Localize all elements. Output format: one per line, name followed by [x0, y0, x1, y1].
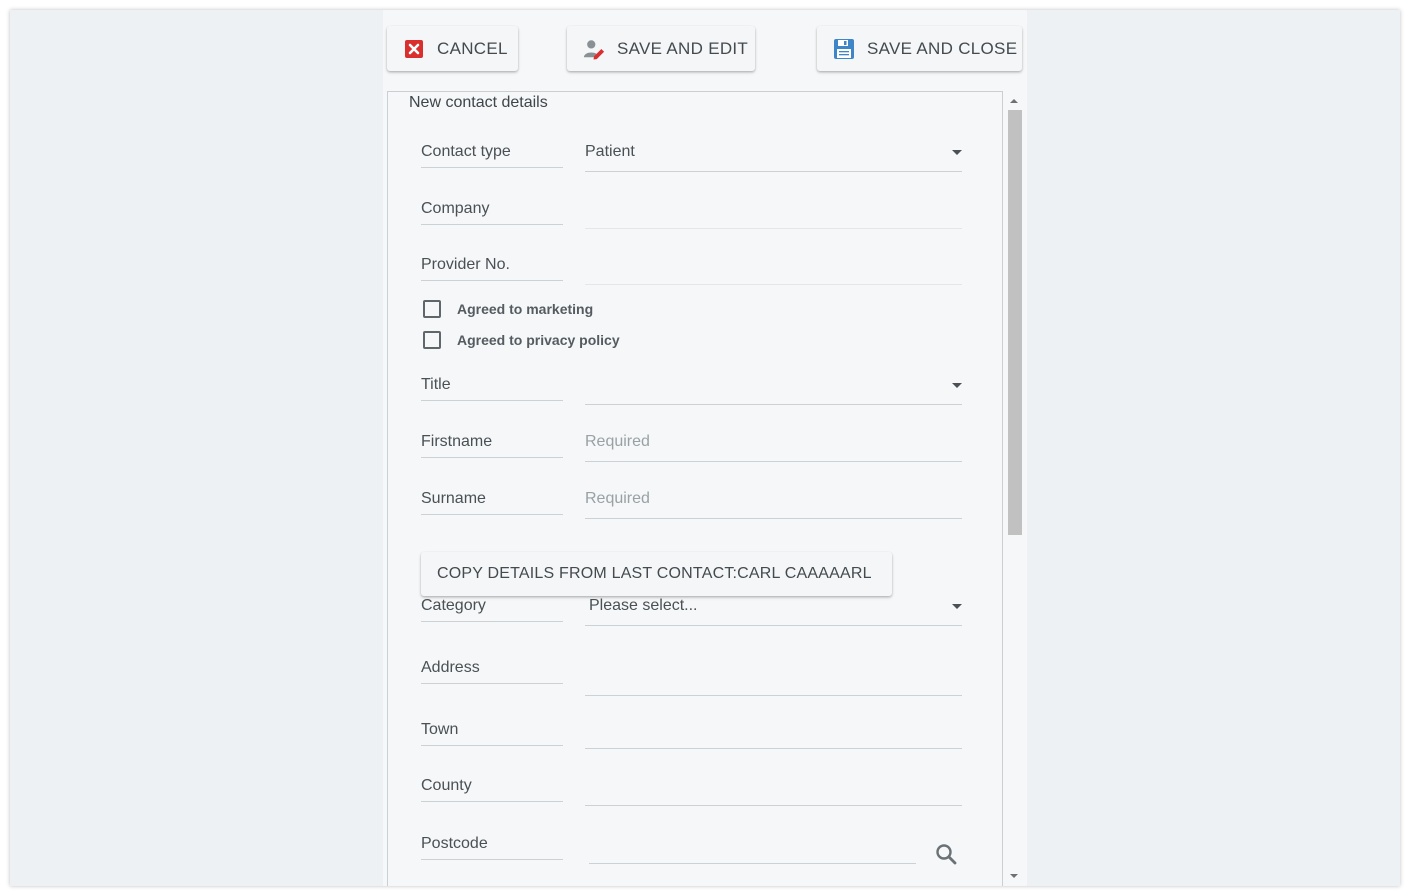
surname-label: Surname — [421, 489, 563, 515]
provider-no-label: Provider No. — [421, 255, 563, 281]
save-and-close-label: SAVE AND CLOSE — [867, 38, 1018, 58]
agreed-marketing-checkbox[interactable]: Agreed to marketing — [423, 298, 593, 320]
chevron-down-icon — [952, 383, 962, 388]
checkbox-unchecked-icon[interactable] — [423, 300, 441, 318]
close-box-icon — [403, 38, 425, 60]
contact-type-value: Patient — [585, 143, 635, 160]
scroll-down-arrow-icon[interactable] — [1010, 874, 1018, 878]
checkbox-unchecked-icon[interactable] — [423, 331, 441, 349]
user-edit-icon — [583, 38, 605, 60]
copy-last-contact-button[interactable]: COPY DETAILS FROM LAST CONTACT:CARL CAAA… — [421, 552, 892, 596]
scrollbar-thumb[interactable] — [1008, 110, 1022, 535]
agreed-privacy-checkbox[interactable]: Agreed to privacy policy — [423, 329, 620, 351]
category-label: Category — [421, 596, 563, 622]
town-input[interactable] — [585, 720, 962, 749]
postcode-label: Postcode — [421, 834, 563, 860]
save-and-close-button[interactable]: SAVE AND CLOSE — [817, 26, 1022, 71]
surname-input[interactable]: Required — [585, 489, 962, 519]
new-contact-dialog: CANCEL SAVE AND EDIT SAVE AND CLOSE New … — [383, 10, 1027, 886]
address-label: Address — [421, 658, 563, 684]
company-label: Company — [421, 199, 563, 225]
cancel-button[interactable]: CANCEL — [387, 26, 518, 71]
county-input[interactable] — [585, 776, 962, 806]
scroll-up-arrow-icon[interactable] — [1010, 99, 1018, 103]
vertical-scrollbar[interactable] — [1006, 94, 1023, 886]
agreed-marketing-label: Agreed to marketing — [457, 301, 594, 317]
save-and-edit-button[interactable]: SAVE AND EDIT — [567, 26, 755, 71]
contact-type-label: Contact type — [421, 142, 563, 168]
app-window: CANCEL SAVE AND EDIT SAVE AND CLOSE New … — [10, 10, 1400, 886]
save-and-edit-label: SAVE AND EDIT — [617, 38, 749, 58]
fieldset-legend: New contact details — [407, 94, 550, 112]
postcode-input[interactable] — [589, 834, 916, 864]
floppy-disk-icon — [833, 38, 855, 60]
category-select[interactable]: Please select... — [585, 596, 962, 626]
cancel-button-label: CANCEL — [437, 38, 508, 58]
chevron-down-icon — [952, 604, 962, 609]
address-input[interactable] — [585, 658, 962, 696]
title-label: Title — [421, 375, 563, 401]
title-select[interactable] — [585, 375, 962, 405]
company-input[interactable] — [585, 199, 962, 229]
county-label: County — [421, 776, 563, 802]
form-scroll-area[interactable]: New contact details Contact type Patient… — [383, 80, 1027, 886]
provider-no-input[interactable] — [585, 255, 962, 285]
category-value: Please select... — [589, 597, 698, 614]
contact-details-fieldset: New contact details Contact type Patient… — [387, 91, 1003, 886]
firstname-label: Firstname — [421, 432, 563, 458]
contact-type-select[interactable]: Patient — [585, 142, 962, 172]
search-icon[interactable] — [935, 843, 957, 865]
chevron-down-icon — [952, 150, 962, 155]
agreed-privacy-label: Agreed to privacy policy — [457, 332, 620, 348]
firstname-input[interactable]: Required — [585, 432, 962, 462]
town-label: Town — [421, 720, 563, 746]
